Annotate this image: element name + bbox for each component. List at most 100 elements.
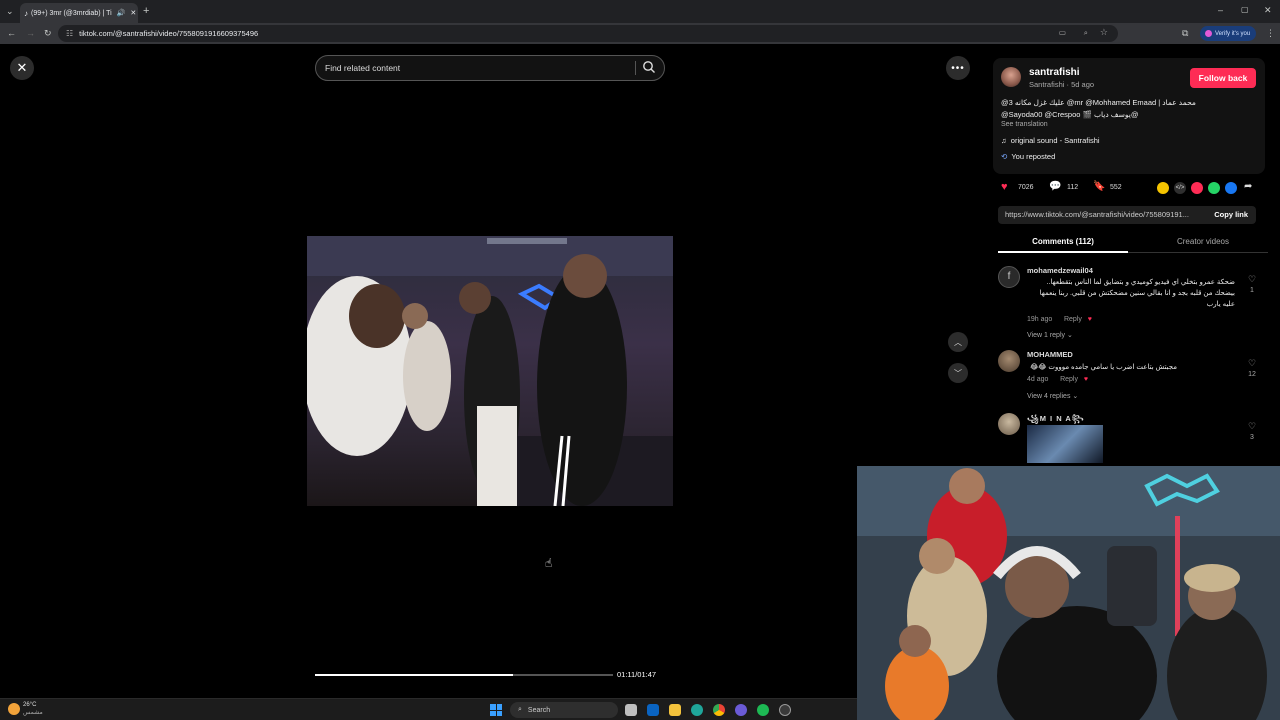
progress-bar[interactable] [315,674,613,676]
send-to-friends-icon[interactable] [1191,182,1203,194]
commenter-avatar[interactable] [998,413,1020,435]
search-icon[interactable] [642,60,656,74]
commenter-avatar[interactable]: f [998,266,1020,288]
tab-comments[interactable]: Comments (112) [998,233,1128,253]
comment-icon[interactable]: 💬 [1049,181,1061,192]
like-icon[interactable]: ♥ [1001,181,1008,193]
reposted-label: You reposted [1011,152,1056,161]
new-tab-icon[interactable]: + [143,6,149,17]
music-note-icon: ♫ [1001,136,1007,145]
tiktok-favicon-icon: ♪ [24,8,28,18]
comment-item: f mohamedzewail04 ضحكة عمرو بتخلي اي فيد… [998,266,1260,346]
bookmark-star-icon[interactable]: ☆ [1100,27,1108,38]
repost-row: ⟲ You reposted [1001,152,1055,161]
reload-icon[interactable]: ↻ [44,29,52,38]
video-player[interactable]: Find related content ☝ 01:11/01:47 [307,44,673,698]
whatsapp-icon[interactable] [1208,182,1220,194]
commenter-name[interactable]: mohamedzewail04 [1027,266,1093,275]
install-app-icon[interactable]: ▭ [1059,28,1066,37]
tab-audio-icon[interactable]: 🔊 [117,9,126,17]
app-icon[interactable] [735,704,747,716]
extensions-icon[interactable]: ⧉ [1182,29,1188,38]
video-frame[interactable] [307,236,673,506]
tab-creator-videos[interactable]: Creator videos [1138,233,1268,253]
app-icon[interactable] [779,704,791,716]
more-options-button[interactable]: ••• [946,56,970,80]
previous-video-button[interactable]: ︿ [948,332,968,352]
heart-outline-icon: ♡ [1247,421,1257,431]
comment-count: 112 [1067,184,1079,191]
reply-button[interactable]: Reply [1060,376,1078,383]
search-input[interactable]: Find related content [325,63,400,73]
browser-menu-icon[interactable]: ⋮ [1266,29,1275,38]
view-replies-button[interactable]: View 1 reply ⌄ [1027,331,1073,339]
comment-like-button[interactable]: ♡ 3 [1246,421,1258,443]
start-button[interactable] [490,704,502,716]
sound-row[interactable]: ♫ original sound - Santrafishi [1001,136,1100,145]
outlook-icon[interactable] [647,704,659,716]
browser-toolbar: ← → ↻ ☷ tiktok.com/@santrafishi/video/75… [0,23,1280,44]
profile-chip[interactable]: Verify it's you [1200,26,1256,41]
minimize-icon[interactable]: – [1218,6,1223,15]
more-share-icon[interactable]: ➦ [1244,181,1252,192]
caption-line-1: محمد عماد | mr @Mohhamed Emaad@ عليك غزل… [1001,98,1196,107]
chrome-icon[interactable] [713,704,725,716]
back-icon[interactable]: ← [7,29,16,38]
weather-icon [8,703,20,715]
embed-icon[interactable]: </> [1174,182,1186,194]
close-video-button[interactable]: ✕ [10,56,34,80]
copy-link-button[interactable]: Copy link [1214,210,1248,219]
spotify-icon[interactable] [757,704,769,716]
creator-username[interactable]: santrafishi [1029,67,1080,78]
repost-share-icon[interactable] [1157,182,1169,194]
temperature-text: 26°C [23,702,37,708]
comment-meta: 19h ago Reply ♥ [1027,316,1092,323]
comment-like-count: 3 [1250,434,1254,441]
creator-avatar[interactable] [1001,67,1021,87]
view-replies-label: View 4 replies [1027,393,1071,400]
view-replies-button[interactable]: View 4 replies ⌄ [1027,392,1078,400]
comment-like-button[interactable]: ♡ 12 [1246,358,1258,380]
more-dots-icon: ••• [951,62,965,74]
comment-time: 19h ago [1027,316,1053,323]
comment-like-button[interactable]: ♡ 1 [1246,274,1258,296]
comment-time: 4d ago [1027,376,1049,383]
search-bar[interactable]: Find related content [315,55,665,81]
comment-text: مجبتش بتاعت اضرب يا سامي جامده موووت 😂😂 [1030,364,1177,371]
maximize-icon[interactable]: ▢ [1241,6,1249,14]
follow-back-button[interactable]: Follow back [1190,68,1256,88]
commenter-name[interactable]: MOHAMMED [1027,350,1073,359]
see-translation-link[interactable]: See translation [1001,121,1048,128]
comment-item: ꧁M I N A꧂ ♡ 3 [998,413,1260,465]
view-replies-label: View 1 reply [1027,332,1066,339]
tab-close-icon[interactable]: ✕ [130,9,136,17]
facebook-icon[interactable] [1225,182,1237,194]
window-close-icon[interactable]: ✕ [1264,6,1272,15]
edge-icon[interactable] [691,704,703,716]
chevron-down-icon: ⌄ [1066,332,1073,339]
chevron-up-icon: ︿ [954,337,962,347]
reply-button[interactable]: Reply [1064,316,1082,323]
creator-liked-icon: ♥ [1087,316,1092,323]
tab-title: (99+) 3mr (@3mrdiab) | Ti [31,9,112,17]
browser-tab[interactable]: ♪ (99+) 3mr (@3mrdiab) | Ti 🔊 ✕ [20,3,138,23]
comment-like-count: 12 [1248,371,1256,378]
address-bar[interactable]: ☷ tiktok.com/@santrafishi/video/75580919… [58,25,1118,42]
zoom-icon[interactable]: ⌕ [1084,28,1088,38]
comment-like-count: 1 [1250,287,1254,294]
site-info-icon[interactable]: ☷ [66,29,73,38]
bookmark-icon[interactable]: 🔖 [1093,181,1105,192]
taskbar-search[interactable]: ⌕ Search [510,702,618,718]
weather-widget[interactable]: 26°C مشمس [8,701,43,717]
time-display: 01:11/01:47 [617,670,657,679]
task-view-icon[interactable] [625,704,637,716]
commenter-avatar[interactable] [998,350,1020,372]
tab-list-icon[interactable]: ⌄ [6,7,14,16]
file-explorer-icon[interactable] [669,704,681,716]
forward-icon[interactable]: → [26,29,35,38]
repost-icon: ⟲ [1001,152,1008,161]
next-video-button[interactable]: ﹀ [948,363,968,383]
close-icon: ✕ [16,60,28,75]
comment-image[interactable] [1027,425,1103,463]
comment-meta: 4d ago Reply ♥ [1027,376,1088,383]
